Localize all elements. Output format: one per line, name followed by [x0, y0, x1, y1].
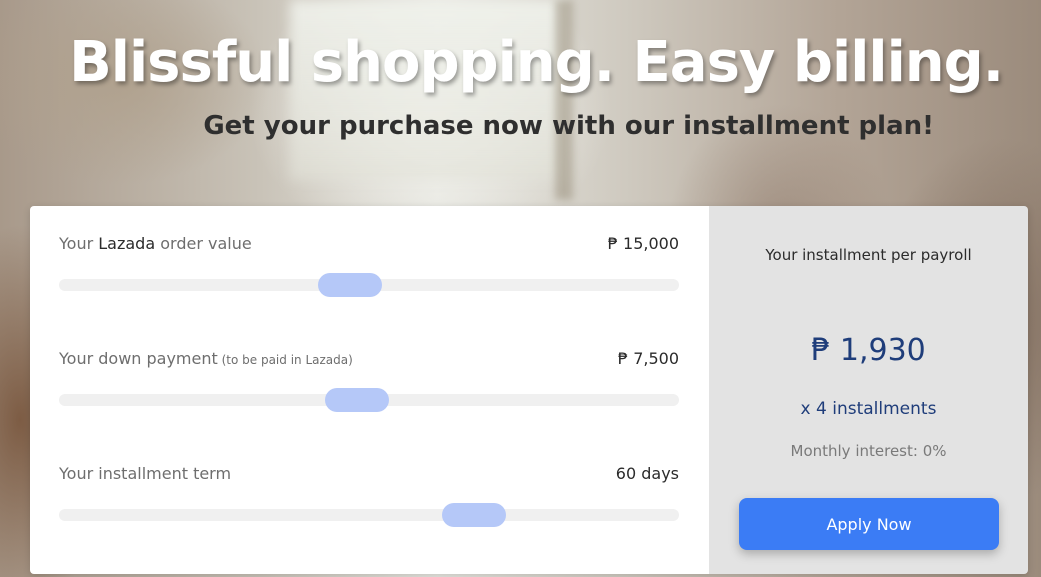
calculator-sliders-panel: Your Lazada order value ₱ 15,000 Your do…: [30, 206, 709, 574]
hero-headline: Blissful shopping. Easy billing.: [69, 30, 1004, 95]
down-payment-slider-row: Your down payment (to be paid in Lazada)…: [59, 349, 679, 412]
monthly-interest: Monthly interest: 0%: [790, 442, 947, 460]
order-value-amount: ₱ 15,000: [607, 234, 679, 253]
installment-term-slider-track[interactable]: [59, 503, 679, 527]
installment-result-panel: Your installment per payroll ₱ 1,930 x 4…: [709, 206, 1028, 574]
order-value-slider-row: Your Lazada order value ₱ 15,000: [59, 234, 679, 297]
order-value-slider-thumb[interactable]: [318, 273, 382, 297]
installment-amount: ₱ 1,930: [811, 333, 926, 368]
down-payment-slider-track[interactable]: [59, 388, 679, 412]
installment-count: x 4 installments: [800, 399, 937, 419]
order-value-label: Your Lazada order value: [59, 234, 252, 253]
installment-term-slider-row: Your installment term 60 days: [59, 464, 679, 527]
down-payment-slider-thumb[interactable]: [325, 388, 389, 412]
installment-result-title: Your installment per payroll: [765, 246, 972, 264]
hero-subheadline: Get your purchase now with our installme…: [203, 111, 934, 141]
down-payment-label: Your down payment (to be paid in Lazada): [59, 349, 353, 368]
down-payment-amount: ₱ 7,500: [617, 349, 679, 368]
order-value-slider-track[interactable]: [59, 273, 679, 297]
installment-term-value: 60 days: [615, 464, 679, 483]
installment-term-label: Your installment term: [59, 464, 232, 483]
installment-calculator-card: Your Lazada order value ₱ 15,000 Your do…: [30, 206, 1028, 574]
hero-section: Blissful shopping. Easy billing. Get you…: [0, 0, 1041, 577]
installment-term-slider-thumb[interactable]: [442, 503, 506, 527]
apply-now-button[interactable]: Apply Now: [739, 498, 999, 550]
